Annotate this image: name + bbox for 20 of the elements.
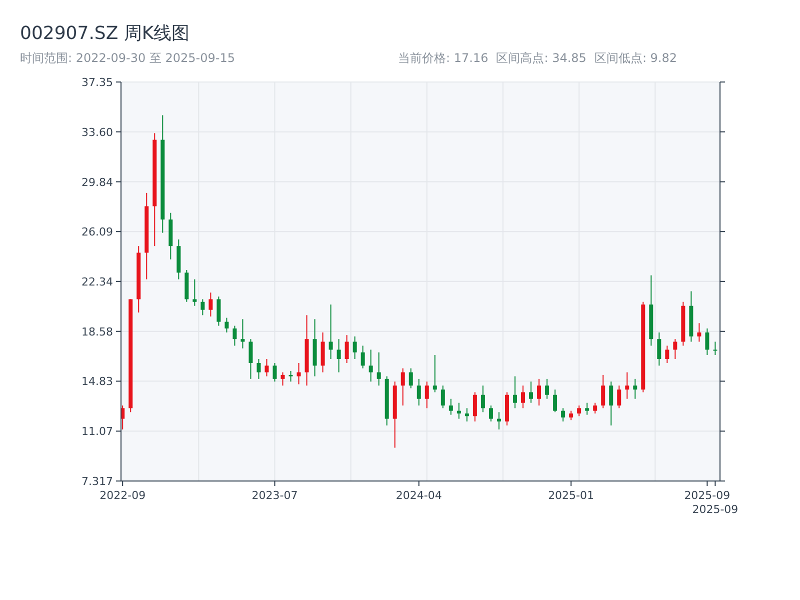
stat-label: 区间高点: 34.85 [496, 50, 586, 66]
x-tick-label: 2025-09 [692, 503, 738, 516]
x-tick-label: 2025-09 [684, 489, 730, 502]
y-tick-label: 11.07 [82, 425, 113, 438]
x-tick-label: 2024-04 [396, 489, 442, 502]
y-tick-label: 29.84 [82, 176, 113, 189]
x-tick-label: 2025-01 [548, 489, 594, 502]
stat-label: 当前价格: 17.16 [398, 50, 488, 66]
y-tick-label: 7.317 [82, 475, 113, 488]
x-tick-label: 2023-07 [252, 489, 298, 502]
y-tick-label: 33.60 [82, 126, 113, 139]
y-tick-label: 14.83 [82, 375, 113, 388]
date-range-label: 时间范围: 2022-09-30 至 2025-09-15 [20, 50, 236, 66]
x-tick-label: 2022-09 [100, 489, 146, 502]
y-tick-label: 37.35 [82, 76, 113, 89]
stat-label: 区间低点: 9.82 [594, 50, 678, 66]
y-tick-label: 22.34 [82, 275, 113, 288]
chart-title: 002907.SZ 周K线图 [20, 22, 191, 46]
y-tick-label: 18.58 [82, 325, 113, 338]
y-tick-label: 26.09 [82, 226, 113, 239]
